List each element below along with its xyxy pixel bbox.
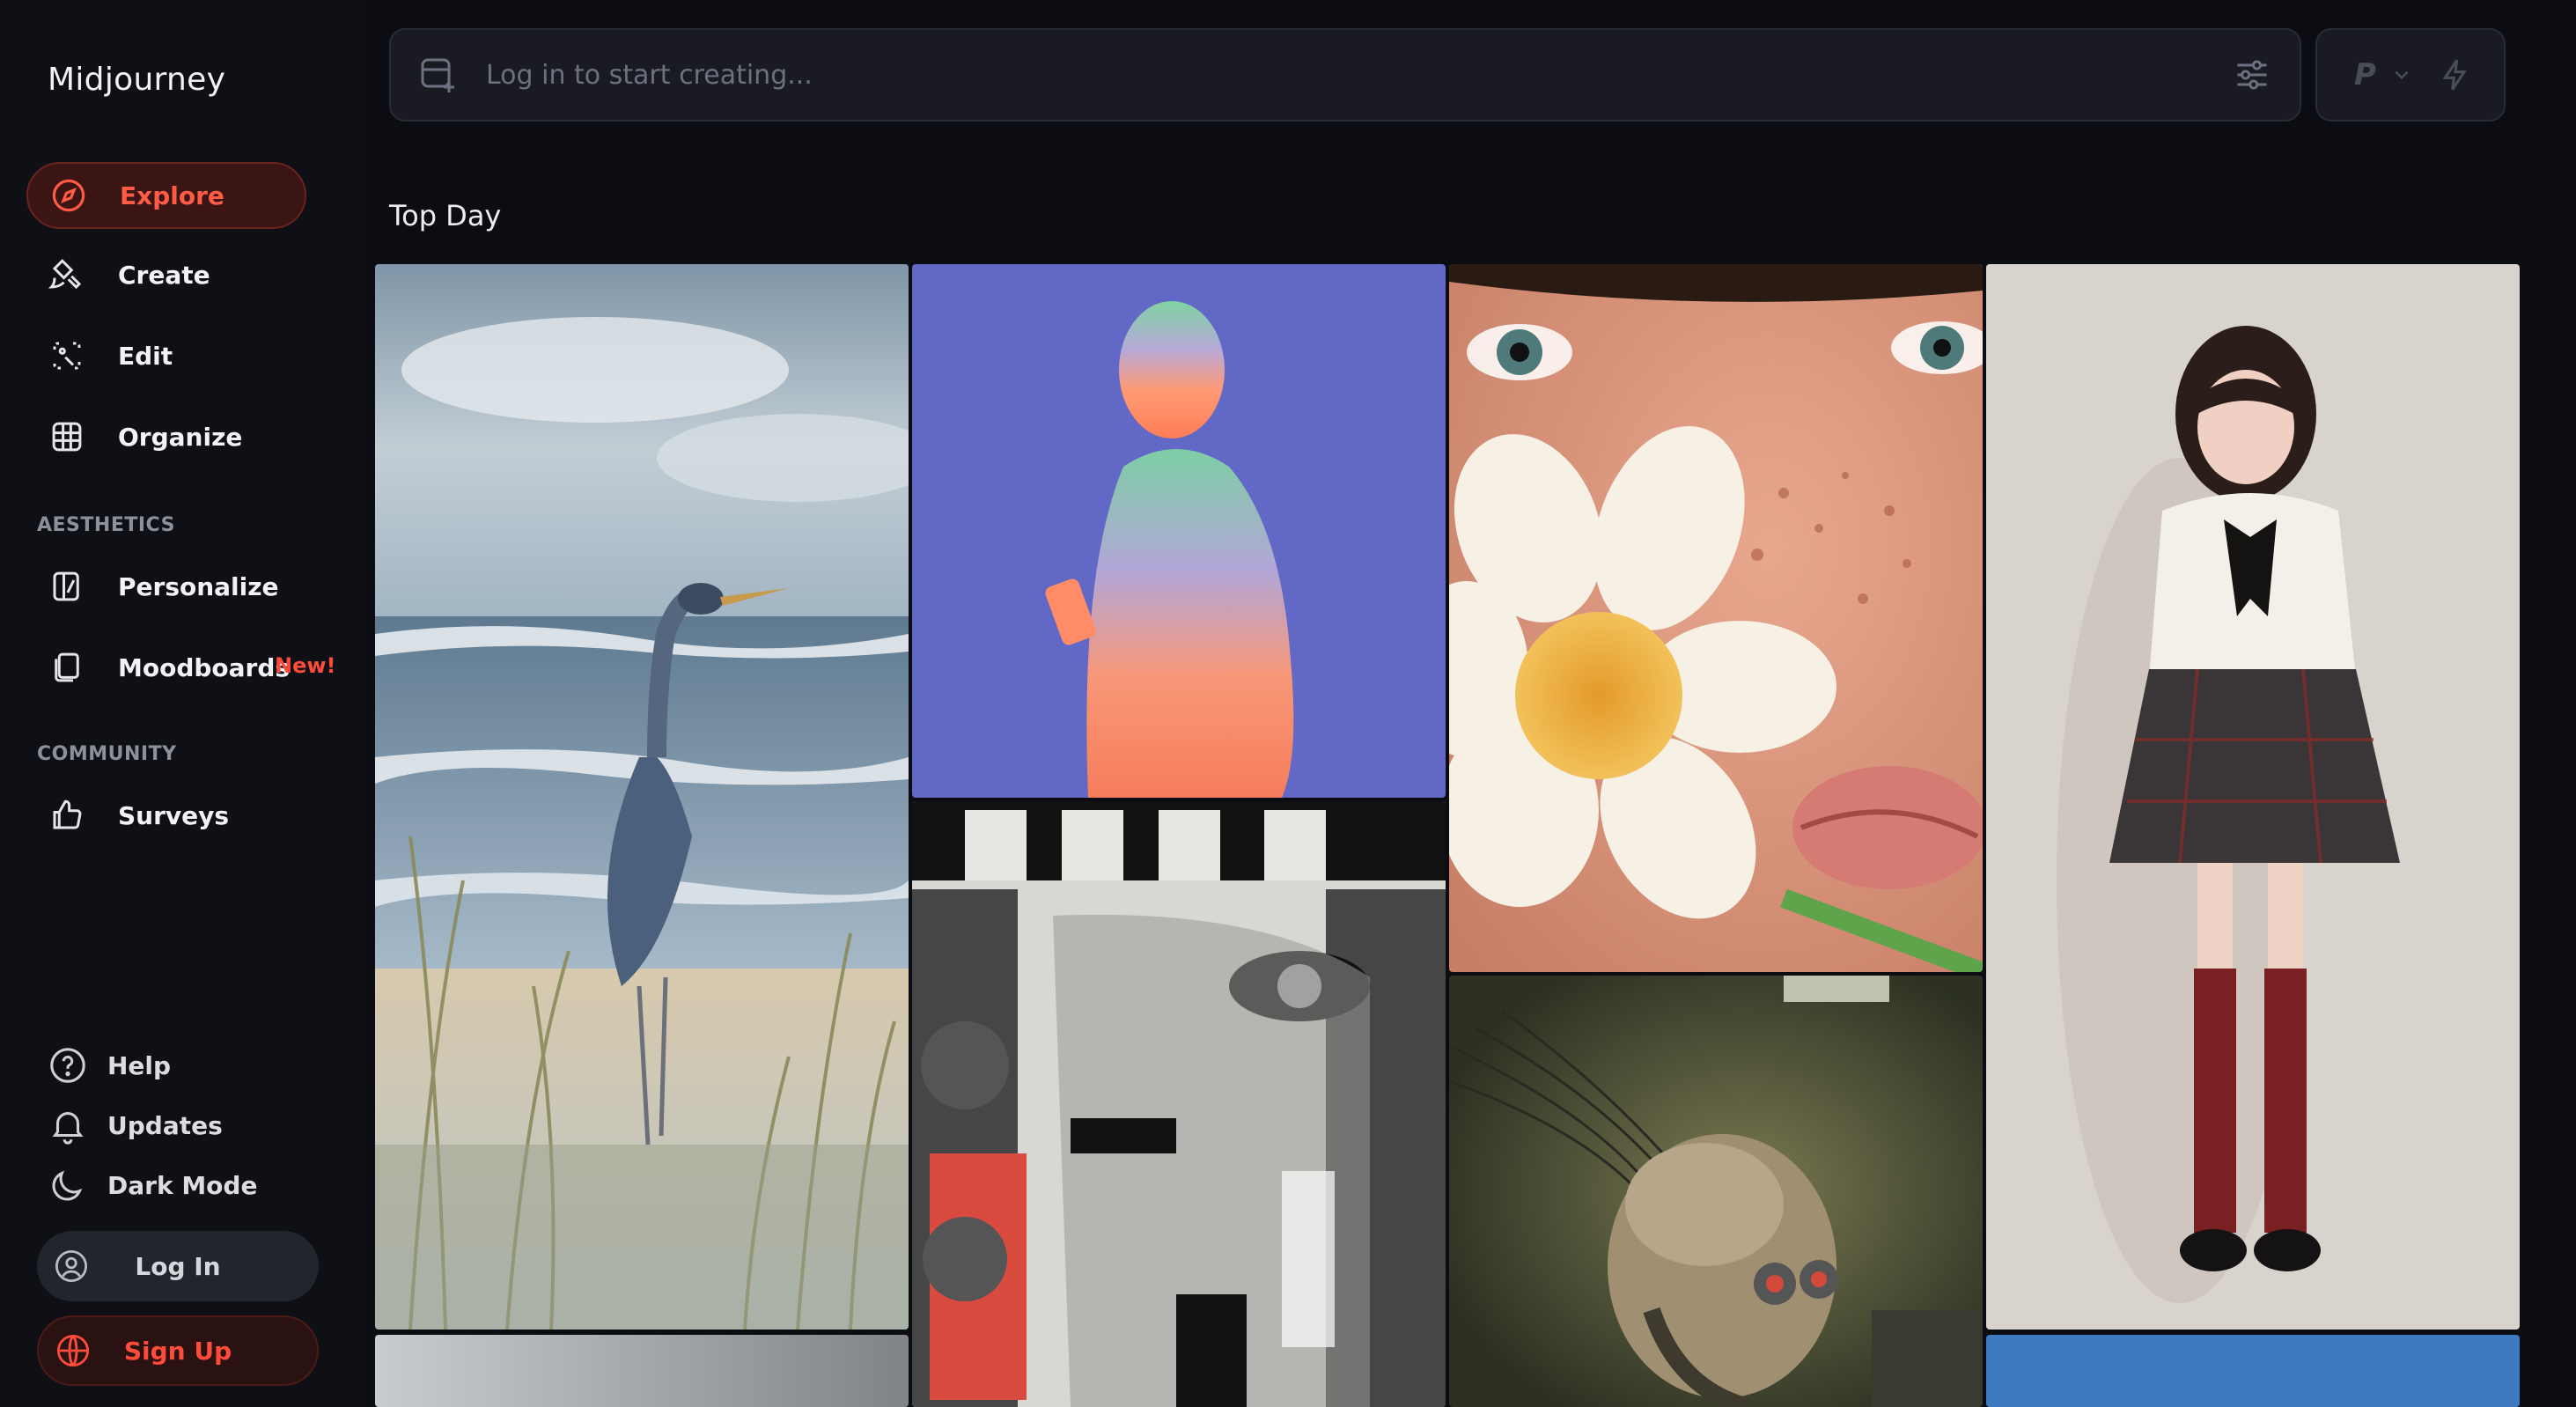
sidebar: Midjourney Explore Create Edit Organize xyxy=(0,0,366,1407)
dark-mode-toggle[interactable]: Dark Mode xyxy=(48,1160,257,1210)
gallery-image-freckled-face[interactable] xyxy=(1449,264,1983,972)
edit-frame-icon xyxy=(48,336,86,375)
prompt-placeholder[interactable]: Log in to start creating... xyxy=(486,60,2233,91)
nav-edit-label: Edit xyxy=(118,341,173,371)
moon-icon xyxy=(52,1170,83,1201)
nav-create[interactable]: Create xyxy=(26,241,306,308)
nav-edit[interactable]: Edit xyxy=(26,322,306,389)
gallery-image-partial-1[interactable] xyxy=(375,1335,909,1407)
mode-selector[interactable]: P xyxy=(2315,28,2506,122)
gallery-image-gradient-figure[interactable] xyxy=(912,264,1446,798)
updates-link[interactable]: Updates xyxy=(48,1101,223,1150)
compass-icon xyxy=(49,176,88,215)
personalize-icon xyxy=(48,567,86,606)
help-label: Help xyxy=(107,1050,172,1080)
section-aesthetics: AESTHETICS xyxy=(37,514,175,536)
add-image-icon[interactable] xyxy=(417,54,460,96)
nav-explore[interactable]: Explore xyxy=(26,162,306,229)
nav-personalize-label: Personalize xyxy=(118,571,279,601)
app-root: Midjourney Explore Create Edit Organize xyxy=(0,0,2576,1407)
nav-moodboards[interactable]: Moodboards xyxy=(26,634,306,701)
nav-explore-label: Explore xyxy=(120,180,224,210)
brush-icon xyxy=(48,255,86,294)
personalize-mode-letter[interactable]: P xyxy=(2354,57,2376,92)
nav-surveys-label: Surveys xyxy=(118,800,230,830)
moodboard-icon xyxy=(48,648,86,687)
settings-sliders-icon[interactable] xyxy=(2233,55,2271,94)
gallery-image-heron[interactable] xyxy=(375,264,909,1330)
lightning-icon[interactable] xyxy=(2438,57,2473,92)
gallery-image-partial-2[interactable] xyxy=(1986,1335,2520,1407)
nav-moodboards-label: Moodboards xyxy=(118,652,291,682)
prompt-bar[interactable]: Log in to start creating... xyxy=(389,28,2301,122)
nav-surveys[interactable]: Surveys xyxy=(26,782,306,849)
thumbs-up-icon xyxy=(48,796,86,835)
new-badge: New! xyxy=(275,653,336,678)
updates-label: Updates xyxy=(107,1110,223,1140)
grid-icon xyxy=(48,417,86,456)
gallery-image-punk-collage[interactable] xyxy=(912,801,1446,1407)
nav-create-label: Create xyxy=(118,260,210,290)
help-link[interactable]: Help xyxy=(48,1041,171,1090)
section-community: COMMUNITY xyxy=(37,743,177,765)
gallery-image-cyborg[interactable] xyxy=(1449,976,1983,1407)
gallery-title: Top Day xyxy=(389,199,502,232)
nav-organize-label: Organize xyxy=(118,422,243,452)
login-label: Log In xyxy=(135,1251,221,1281)
gallery-image-schoolgirl[interactable] xyxy=(1986,264,2520,1330)
nav-personalize[interactable]: Personalize xyxy=(26,553,306,620)
signup-button[interactable]: Sign Up xyxy=(37,1315,319,1386)
signup-label: Sign Up xyxy=(123,1336,232,1366)
help-icon xyxy=(50,1048,85,1083)
login-button[interactable]: Log In xyxy=(37,1231,319,1301)
bell-icon xyxy=(52,1112,84,1145)
nav-organize[interactable]: Organize xyxy=(26,403,306,470)
dark-mode-label: Dark Mode xyxy=(107,1170,258,1200)
brand-logo[interactable]: Midjourney xyxy=(48,62,225,98)
chevron-down-icon[interactable] xyxy=(2390,63,2413,86)
